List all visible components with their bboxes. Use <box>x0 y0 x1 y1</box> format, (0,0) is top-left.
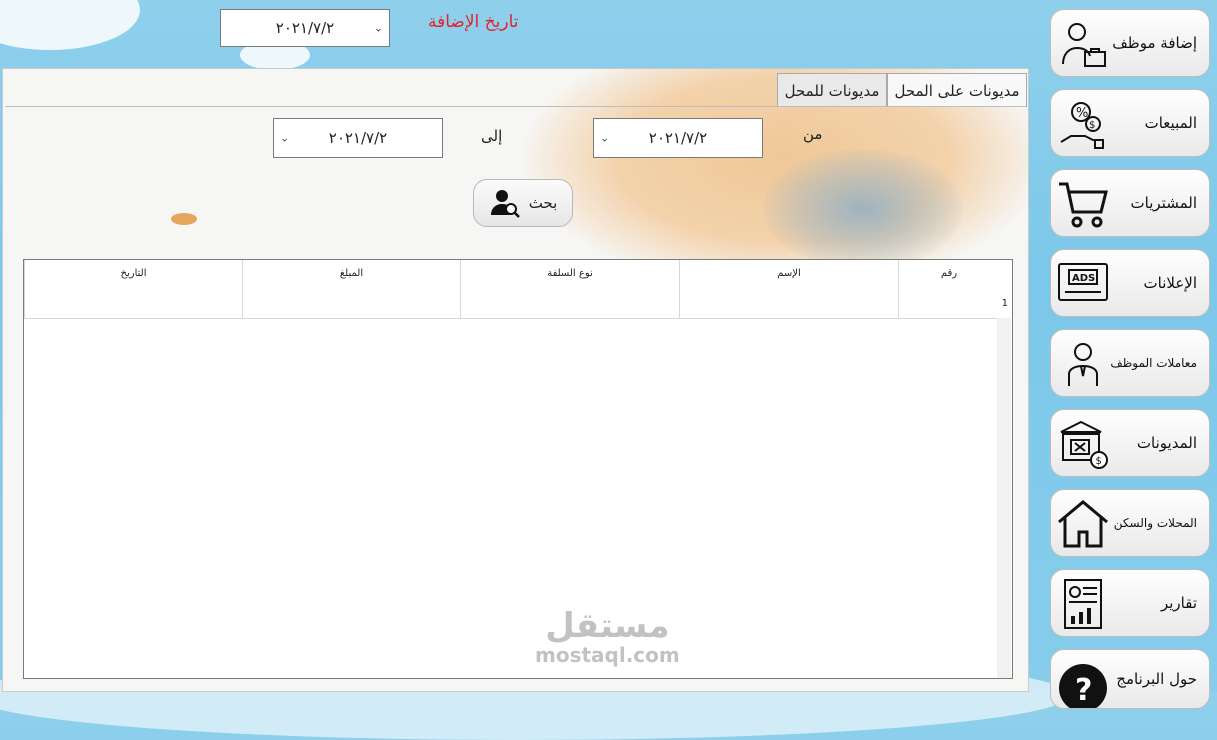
sidebar-item-label: المحلات والسكن <box>1113 516 1197 530</box>
watermark: مستقل mostaql.com <box>535 608 680 666</box>
sidebar-item-shops-housing[interactable]: المحلات والسكن <box>1050 489 1210 557</box>
svg-text:ADS: ADS <box>1072 273 1095 284</box>
report-chart-icon <box>1064 579 1102 629</box>
table-header: التاريخ المبلغ نوع السلفة الإسم رقم <box>24 260 999 319</box>
svg-text:?: ? <box>1075 673 1092 708</box>
svg-text:%: % <box>1076 106 1088 121</box>
to-date-select[interactable]: ٢٠٢١/٧/٢ ⌄ <box>273 118 443 158</box>
sidebar-item-debts[interactable]: $ المديونات <box>1050 409 1210 477</box>
background-stain <box>763 149 963 269</box>
to-label: إلى <box>481 127 503 145</box>
search-button-label: بحث <box>528 194 558 212</box>
sidebar-item-reports[interactable]: تقارير <box>1050 569 1210 637</box>
debts-table[interactable]: التاريخ المبلغ نوع السلفة الإسم رقم 1 <box>23 259 1013 679</box>
sales-hand-money-icon: % $ <box>1060 102 1104 149</box>
tab-debts-for-shop[interactable]: مديونات للمحل <box>777 73 887 107</box>
tab-debts-on-shop[interactable]: مديونات على المحل <box>887 73 1027 107</box>
column-header-name[interactable]: الإسم <box>679 260 898 318</box>
sidebar-item-label: تقارير <box>1160 594 1197 612</box>
sidebar-item-employee-transactions[interactable]: معاملات الموظف <box>1050 329 1210 397</box>
column-header-date[interactable]: التاريخ <box>24 260 242 318</box>
tab-divider <box>5 106 1026 107</box>
table-scrollbar[interactable] <box>997 318 1011 678</box>
from-date-select[interactable]: ٢٠٢١/٧/٢ ⌄ <box>593 118 763 158</box>
employee-briefcase-icon <box>1062 23 1106 67</box>
sidebar-item-label: المديونات <box>1136 434 1197 452</box>
ads-screen-icon: ADS <box>1058 263 1108 301</box>
svg-text:$: $ <box>1089 120 1095 131</box>
svg-text:$: $ <box>1096 456 1102 467</box>
watermark-latin: mostaql.com <box>535 643 680 667</box>
cloud-decoration <box>0 0 140 50</box>
from-date-value: ٢٠٢١/٧/٢ <box>648 129 708 147</box>
debts-panel: مديونات على المحل مديونات للمحل من ٢٠٢١/… <box>2 68 1029 692</box>
added-date-value: ٢٠٢١/٧/٢ <box>275 19 335 37</box>
sidebar-item-label: إضافة موظف <box>1112 34 1197 52</box>
question-icon: ? <box>1059 664 1107 708</box>
chevron-down-icon: ⌄ <box>373 21 383 35</box>
to-date-value: ٢٠٢١/٧/٢ <box>328 129 388 147</box>
sidebar-item-label: المشتريات <box>1130 194 1197 212</box>
chevron-down-icon: ⌄ <box>600 131 610 145</box>
bank-money-bag-icon: $ <box>1060 420 1108 469</box>
sidebar-item-label: الإعلانات <box>1143 274 1198 292</box>
watermark-arabic: مستقل <box>545 606 670 646</box>
row-number: 1 <box>1001 298 1008 309</box>
shopping-cart-icon <box>1059 182 1108 228</box>
sidebar-item-purchases[interactable]: المشتريات <box>1050 169 1210 237</box>
column-header-advance-type[interactable]: نوع السلفة <box>460 260 679 318</box>
house-icon <box>1058 500 1108 548</box>
sidebar-item-label: حول البرنامج <box>1116 670 1197 688</box>
sidebar-item-ads[interactable]: ADS الإعلانات <box>1050 249 1210 317</box>
sidebar-item-label: معاملات الموظف <box>1110 356 1197 370</box>
sidebar-item-add-employee[interactable]: إضافة موظف <box>1050 9 1210 77</box>
column-header-number[interactable]: رقم <box>898 260 999 318</box>
column-header-amount[interactable]: المبلغ <box>242 260 460 318</box>
from-label: من <box>803 125 823 143</box>
sidebar-item-label: المبيعات <box>1144 114 1197 132</box>
search-button[interactable]: بحث <box>473 179 573 227</box>
background-stain <box>171 213 197 225</box>
sidebar-item-sales[interactable]: % $ المبيعات <box>1050 89 1210 157</box>
sidebar-item-about[interactable]: ? حول البرنامج <box>1050 649 1210 709</box>
added-date-select[interactable]: ٢٠٢١/٧/٢ ⌄ <box>220 9 390 47</box>
user-search-icon <box>490 190 520 218</box>
employee-icon <box>1068 343 1098 386</box>
chevron-down-icon: ⌄ <box>280 131 290 145</box>
added-date-label: تاريخ الإضافة <box>428 12 519 32</box>
